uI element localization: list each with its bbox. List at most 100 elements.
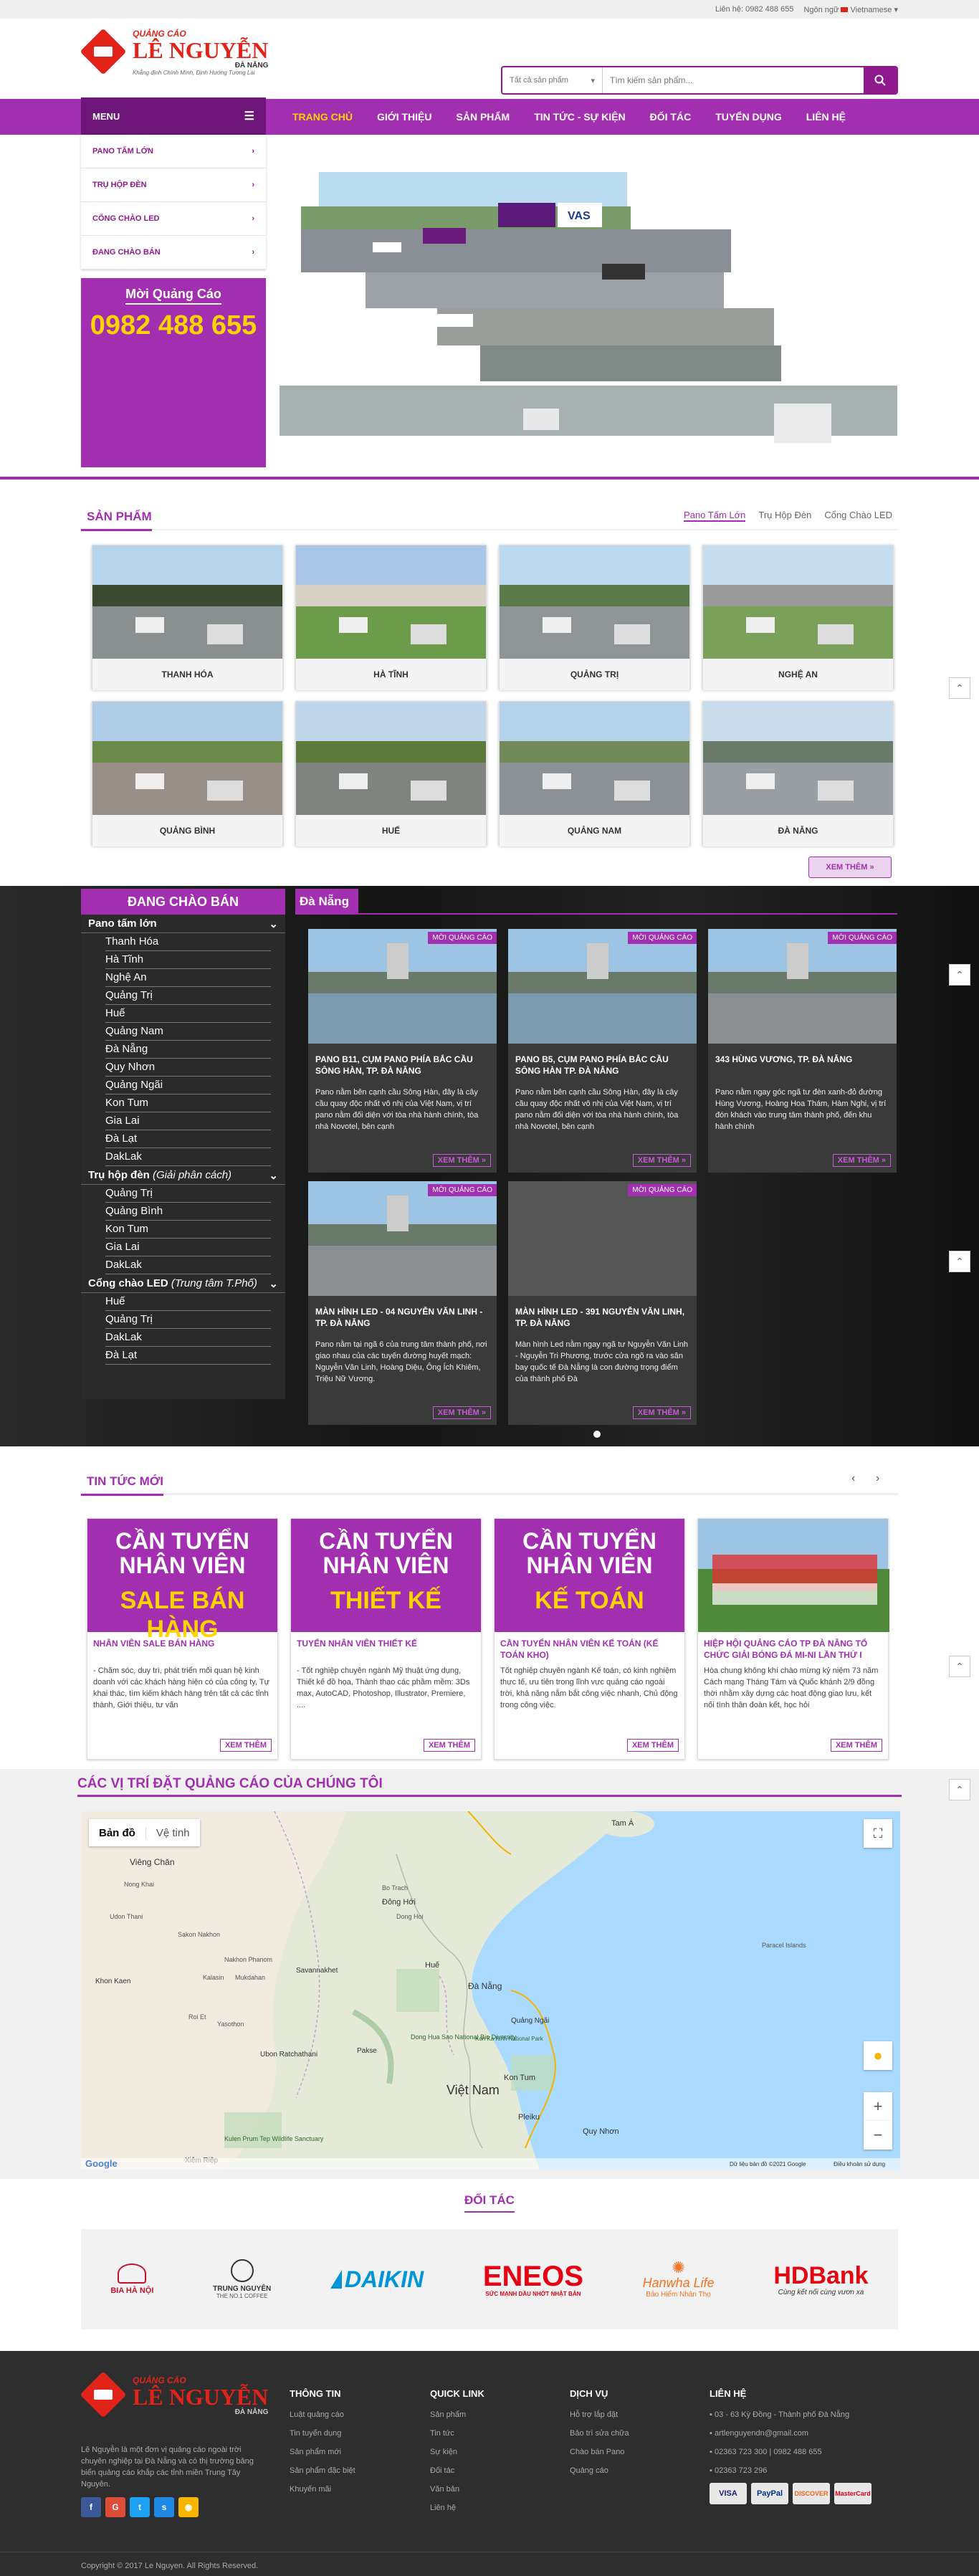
selling-list-item[interactable]: Kon Tum xyxy=(105,1221,271,1239)
selling-group-header[interactable]: Pano tấm lớn ⌄ xyxy=(81,915,285,933)
street-view-button[interactable]: ● xyxy=(864,2041,892,2070)
google-map[interactable]: Viêng Chăn Nakhon Phanom Tam Á Đông Hới … xyxy=(81,1811,900,2170)
selling-list-item[interactable]: DakLak xyxy=(105,1148,271,1166)
ad-contact-box[interactable]: Mời Quảng Cáo 0982 488 655 xyxy=(81,278,266,467)
footer-link[interactable]: Quảng cáo xyxy=(570,2466,629,2475)
search-category-select[interactable]: Tất cả sản phẩm ▾ xyxy=(502,67,603,93)
selling-list-item[interactable]: DakLak xyxy=(105,1256,271,1274)
footer-link[interactable]: Văn bản xyxy=(430,2485,484,2494)
selling-list-item[interactable]: Quảng Nam xyxy=(105,1023,271,1041)
selling-list-item[interactable]: Nghệ An xyxy=(105,969,271,987)
news-card[interactable]: CẦN TUYỂN NHÂN VIÊN THIẾT KẾ TUYỂN NHÂN VIÊ… xyxy=(290,1518,482,1760)
footer-link[interactable]: Hỗ trợ lắp đặt xyxy=(570,2410,629,2419)
partner-logo-hdbank[interactable]: HDBank Cùng kết nối cùng vươn xa xyxy=(773,2263,868,2296)
listing-card[interactable]: MỜI QUẢNG CÁO MÀN HÌNH LED - 04 NGUYỄN VĂ… xyxy=(308,1181,497,1425)
news-more-button[interactable]: XEM THÊM xyxy=(830,1739,882,1752)
selling-group-header[interactable]: Trụ hộp đèn (Giải phân cách) ⌄ xyxy=(81,1166,285,1185)
selling-list-item[interactable]: Huế xyxy=(105,1293,271,1311)
partner-logo-hanwha[interactable]: ✺ Hanwha Life Bảo Hiểm Nhân Thọ xyxy=(643,2260,715,2299)
menu-item-lightbox[interactable]: TRỤ HỘP ĐÈN › xyxy=(81,168,266,202)
nav-home[interactable]: TRANG CHỦ xyxy=(280,111,365,123)
scroll-up-button[interactable]: ⌃ xyxy=(949,1251,970,1272)
site-logo[interactable]: QUẢNG CÁO LÊ NGUYỄN ĐÀ NẴNG Khẳng định C… xyxy=(80,28,268,76)
language-selector[interactable]: Ngôn ngữ Vietnamese ▾ xyxy=(803,5,898,14)
listing-more-button[interactable]: XEM THÊM » xyxy=(632,1406,691,1419)
footer-link[interactable]: Sự kiện xyxy=(430,2448,484,2456)
partner-logo-daikin[interactable]: DAIKIN xyxy=(330,2266,424,2293)
news-card[interactable]: HIỆP HỘI QUẢNG CÁO TP ĐÀ NẴNG TỔ CHỨC GI… xyxy=(697,1518,889,1760)
footer-link[interactable]: Đối tác xyxy=(430,2466,484,2475)
search-input[interactable] xyxy=(603,67,864,93)
product-card[interactable]: QUẢNG TRỊ xyxy=(499,545,690,690)
selling-list-item[interactable]: Đà Lạt xyxy=(105,1130,271,1148)
selling-list-item[interactable]: Quảng Trị xyxy=(105,1185,271,1203)
news-more-button[interactable]: XEM THÊM xyxy=(626,1739,679,1752)
carousel-dot[interactable] xyxy=(593,1431,601,1438)
nav-partners[interactable]: ĐỐI TÁC xyxy=(638,111,704,123)
footer-link[interactable]: Tin tuyển dụng xyxy=(290,2429,355,2438)
listing-more-button[interactable]: XEM THÊM » xyxy=(832,1154,891,1167)
selling-list-item[interactable]: Huế xyxy=(105,1005,271,1023)
map-type-map[interactable]: Bản đồ xyxy=(89,1827,145,1839)
footer-link[interactable]: Liên hệ xyxy=(430,2504,484,2512)
nav-recruitment[interactable]: TUYỂN DỤNG xyxy=(703,111,794,123)
news-card[interactable]: CẦN TUYỂN NHÂN VIÊN SALE BÁN HÀNG NHÂN VIÊN… xyxy=(87,1518,278,1760)
listing-more-button[interactable]: XEM THÊM » xyxy=(632,1154,691,1167)
product-card[interactable]: HUẾ xyxy=(295,701,487,846)
footer-link[interactable]: Khuyến mãi xyxy=(290,2485,355,2494)
selling-list-item[interactable]: Gia Lai xyxy=(105,1239,271,1256)
nav-news[interactable]: TIN TỨC - SỰ KIỆN xyxy=(522,111,637,123)
zoom-out-button[interactable]: − xyxy=(864,2121,892,2150)
footer-link[interactable]: Sản phẩm đặc biệt xyxy=(290,2466,355,2475)
menu-button[interactable]: MENU ☰ xyxy=(81,97,266,135)
selling-list-item[interactable]: Quảng Ngãi xyxy=(105,1077,271,1094)
product-card[interactable]: NGHỆ AN xyxy=(702,545,894,690)
news-prev-button[interactable]: ‹ xyxy=(851,1472,855,1485)
nav-contact[interactable]: LIÊN HỆ xyxy=(794,111,858,123)
listing-more-button[interactable]: XEM THÊM » xyxy=(432,1154,491,1167)
product-card[interactable]: THANH HÓA xyxy=(92,545,283,690)
footer-link[interactable]: Tin tức xyxy=(430,2429,484,2438)
zoom-in-button[interactable]: + xyxy=(864,2092,892,2121)
partner-logo-eneos[interactable]: ENEOS SỨC MẠNH DẦU NHỚT NHẬT BẢN xyxy=(483,2262,583,2297)
product-card[interactable]: QUẢNG BÌNH xyxy=(92,701,283,846)
google-plus-button[interactable]: G xyxy=(105,2497,125,2517)
footer-link[interactable]: Bảo trì sửa chữa xyxy=(570,2429,629,2438)
selling-list-item[interactable]: Quy Nhơn xyxy=(105,1059,271,1077)
hero-slider[interactable]: VAS xyxy=(280,135,897,473)
products-more-button[interactable]: XEM THÊM » xyxy=(808,857,892,878)
listing-card[interactable]: MỜI QUẢNG CÁO PANO B5, CỤM PANO PHÍA BẮC … xyxy=(508,929,697,1173)
rss-button[interactable]: ◉ xyxy=(178,2497,199,2517)
footer-link[interactable]: Chào bán Pano xyxy=(570,2448,629,2456)
selling-list-item[interactable]: Kon Tum xyxy=(105,1094,271,1112)
footer-logo[interactable]: QUẢNG CÁO LÊ NGUYỄN ĐÀ NẴNG xyxy=(80,2371,268,2418)
news-more-button[interactable]: XEM THÊM xyxy=(423,1739,475,1752)
listing-card[interactable]: MỜI QUẢNG CÁO PANO B11, CỤM PANO PHÍA BẮC… xyxy=(308,929,497,1173)
selling-list-item[interactable]: Đà Nẵng xyxy=(105,1041,271,1059)
facebook-button[interactable]: f xyxy=(81,2497,101,2517)
twitter-button[interactable]: t xyxy=(130,2497,150,2517)
product-card[interactable]: HÀ TĨNH xyxy=(295,545,487,690)
product-card[interactable]: ĐÀ NẴNG xyxy=(702,701,894,846)
map-type-satellite[interactable]: Vệ tinh xyxy=(145,1826,200,1839)
menu-item-selling[interactable]: ĐANG CHÀO BÁN › xyxy=(81,236,266,269)
tab-pano[interactable]: Pano Tấm Lớn xyxy=(684,510,746,522)
news-card[interactable]: CẦN TUYỂN NHÂN VIÊN KẾ TOÁN CẦN TUYỂN NHÂN … xyxy=(494,1518,685,1760)
listing-card[interactable]: MỜI QUẢNG CÁO 343 HÙNG VƯƠNG, TP. ĐÀ NẴNG… xyxy=(708,929,897,1173)
product-card[interactable]: QUẢNG NAM xyxy=(499,701,690,846)
selling-list-item[interactable]: DakLak xyxy=(105,1329,271,1347)
fullscreen-button[interactable]: ⛶ xyxy=(864,1819,892,1848)
skype-button[interactable]: s xyxy=(154,2497,174,2517)
selling-list-item[interactable]: Thanh Hóa xyxy=(105,933,271,951)
selling-list-item[interactable]: Quảng Trị xyxy=(105,987,271,1005)
menu-item-pano[interactable]: PANO TẤM LỚN › xyxy=(81,135,266,168)
search-button[interactable] xyxy=(864,67,897,93)
scroll-up-button[interactable]: ⌃ xyxy=(949,1779,970,1800)
tab-led-gate[interactable]: Cổng Chào LED xyxy=(824,510,892,522)
partner-logo-trung-nguyen[interactable]: TRUNG NGUYÊN THE NO.1 COFFEE xyxy=(213,2259,271,2299)
tab-lightbox[interactable]: Trụ Hộp Đèn xyxy=(758,510,811,522)
selling-list-item[interactable]: Hà Tĩnh xyxy=(105,951,271,969)
footer-link[interactable]: Sản phẩm xyxy=(430,2410,484,2419)
selling-list-item[interactable]: Gia Lai xyxy=(105,1112,271,1130)
scroll-up-button[interactable]: ⌃ xyxy=(949,1656,970,1677)
